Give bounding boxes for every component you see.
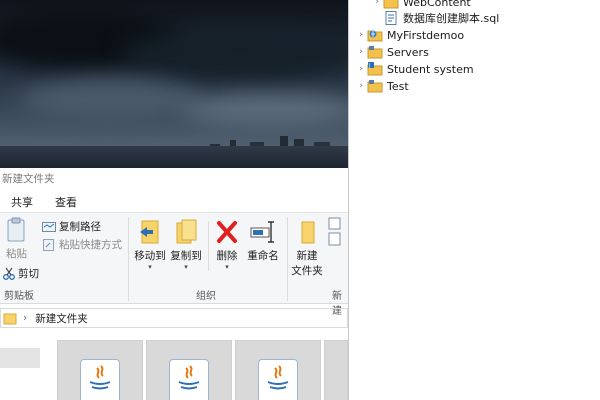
group-organize-label: 组织 (196, 291, 216, 302)
rename-label: 重命名 (247, 250, 279, 262)
java-project-icon: J (367, 62, 383, 76)
copy-to-icon (176, 219, 197, 244)
cut-label: 剪切 (18, 268, 39, 280)
new-item-icon (328, 217, 341, 246)
tab-share[interactable]: 共享 (0, 190, 44, 212)
java-file-icon (169, 359, 209, 400)
expand-chevron-icon[interactable]: › (371, 0, 383, 7)
group-clipboard-label: 剪贴板 (4, 291, 34, 302)
tree-item-label: WebContent (403, 0, 471, 9)
new-folder-label-1: 新建 (296, 250, 318, 262)
expand-chevron-icon[interactable]: › (355, 30, 367, 40)
breadcrumb-current-folder[interactable]: 新建文件夹 (35, 311, 88, 326)
ribbon-tabs: 共享 查看 (0, 190, 348, 212)
file-tile[interactable] (235, 340, 321, 400)
address-bar[interactable]: › 新建文件夹 (0, 308, 348, 328)
java-file-icon (258, 359, 298, 400)
ribbon-panel: 粘贴 复制路径 粘贴快捷方式 剪切 剪贴板 移动到 ▾ 复制到 ▾ 删除 ▾ 重… (0, 212, 348, 317)
paste-button[interactable]: 粘贴 (6, 217, 27, 261)
expand-chevron-icon[interactable]: › (355, 81, 367, 91)
tree-item-sql-file[interactable]: 数据库创建脚本.sql (383, 10, 499, 26)
svg-text:J: J (368, 63, 370, 69)
copy-path-label: 复制路径 (59, 221, 101, 233)
java-file-icon (80, 359, 120, 400)
file-explorer-window: 新建文件夹 共享 查看 粘贴 复制路径 粘贴快捷方式 剪切 剪贴板 移动到 ▾ … (0, 168, 348, 400)
copy-path-icon (42, 221, 56, 232)
delete-label: 删除 (216, 250, 238, 262)
paste-shortcut-label: 粘贴快捷方式 (59, 239, 122, 251)
rename-button[interactable]: 重命名 (246, 219, 280, 263)
tree-item-label: MyFirstdemoo (387, 28, 465, 42)
tree-item-label: 数据库创建脚本.sql (403, 12, 500, 25)
paste-label: 粘贴 (6, 248, 27, 260)
ribbon-divider (128, 217, 129, 301)
scissors-icon (3, 267, 15, 280)
file-tile[interactable] (146, 340, 232, 400)
tree-item-label: Test (387, 79, 409, 93)
cut-button[interactable]: 剪切 (2, 266, 39, 281)
paste-shortcut-button[interactable]: 粘贴快捷方式 (42, 237, 122, 252)
sql-file-icon (383, 11, 399, 25)
project-folder-icon (367, 79, 383, 93)
new-folder-label-2: 文件夹 (291, 265, 323, 277)
delete-x-icon (217, 221, 237, 243)
tree-item-label: Student system (387, 62, 474, 76)
copy-to-label: 复制到 (170, 250, 202, 262)
copy-path-button[interactable]: 复制路径 (42, 219, 101, 234)
web-project-icon (367, 28, 383, 42)
move-to-icon (140, 220, 159, 244)
breadcrumb-chevron-icon: › (23, 312, 28, 324)
folder-icon (383, 0, 399, 9)
expand-chevron-icon[interactable]: › (355, 47, 367, 57)
move-to-button[interactable]: 移动到 ▾ (134, 219, 166, 271)
desktop-wallpaper (0, 0, 350, 168)
tab-view[interactable]: 查看 (44, 190, 88, 212)
folder-icon (3, 313, 17, 325)
new-folder-icon (301, 221, 315, 244)
project-explorer-panel: › WebContent 数据库创建脚本.sql › MyFirstdemoo … (348, 0, 600, 400)
delete-button[interactable]: 删除 ▾ (214, 219, 240, 271)
expand-chevron-icon[interactable]: › (355, 64, 367, 74)
screen: 新建文件夹 共享 查看 粘贴 复制路径 粘贴快捷方式 剪切 剪贴板 移动到 ▾ … (0, 0, 600, 400)
delete-dropdown-icon: ▾ (225, 263, 229, 271)
copy-to-dropdown-icon: ▾ (184, 263, 188, 271)
project-folder-icon (367, 45, 383, 59)
tree-item-servers[interactable]: › Servers (355, 44, 429, 60)
copy-to-button[interactable]: 复制到 ▾ (170, 219, 202, 271)
file-tile[interactable] (324, 340, 348, 400)
tree-item-webcontent[interactable]: › WebContent (371, 0, 471, 10)
move-to-dropdown-icon: ▾ (148, 263, 152, 271)
tree-item-test[interactable]: › Test (355, 78, 409, 94)
ribbon-divider (287, 217, 288, 301)
ribbon-divider (208, 221, 209, 271)
window-title: 新建文件夹 (2, 173, 55, 185)
paste-shortcut-icon (43, 239, 54, 251)
file-tile[interactable] (57, 340, 143, 400)
new-item-button[interactable] (328, 217, 342, 250)
move-to-label: 移动到 (134, 250, 166, 262)
tree-item-student-system[interactable]: › J Student system (355, 61, 474, 77)
nav-pane-selected-item[interactable] (0, 348, 40, 368)
rename-icon (250, 221, 274, 243)
clipboard-icon (7, 217, 25, 242)
tree-item-label: Servers (387, 45, 429, 59)
new-folder-button[interactable]: 新建 文件夹 (290, 219, 324, 278)
tree-item-myfirstdemoo[interactable]: › MyFirstdemoo (355, 27, 464, 43)
